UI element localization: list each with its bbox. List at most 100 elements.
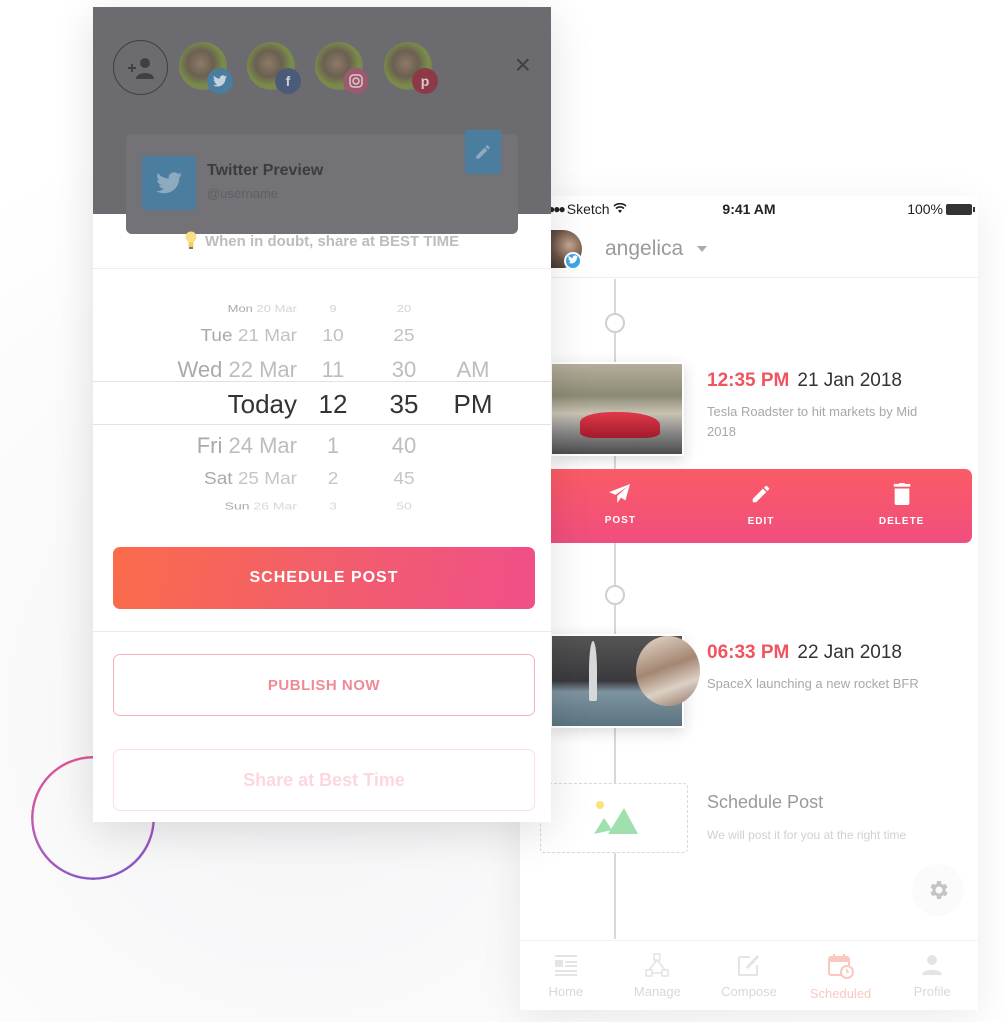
add-account-button[interactable]: [113, 40, 168, 95]
preview-handle: @username: [207, 186, 279, 201]
edit-label: EDIT: [747, 516, 775, 527]
account-facebook[interactable]: f: [247, 42, 301, 94]
edit-preview-button[interactable]: [465, 130, 501, 174]
scheduled-posts-phone: ●●● Sketch 9:41 AM 100% angelica 12:35 P…: [520, 196, 978, 1010]
tab-label: Manage: [633, 984, 681, 999]
picker-weekday: Mon: [227, 302, 253, 314]
post-thumbnail: [550, 634, 700, 728]
picker-date: 24 Mar: [228, 433, 297, 458]
picker-row[interactable]: Fri 24 Mar 1 40: [93, 433, 551, 463]
picker-row[interactable]: Wed 22 Mar 11 30 AM: [93, 357, 551, 387]
twitter-icon: [564, 252, 582, 270]
settings-button[interactable]: [912, 864, 964, 916]
paper-plane-icon: [609, 484, 631, 504]
picker-day: Today: [228, 389, 297, 420]
compose-icon: [737, 954, 760, 976]
tab-label: Compose: [721, 984, 777, 999]
picker-minute: 40: [391, 433, 417, 458]
network-icon: [645, 953, 670, 977]
publish-now-button[interactable]: PUBLISH NOW: [113, 654, 535, 716]
picker-row-selected[interactable]: Today 12 35 PM: [93, 389, 551, 419]
account-name[interactable]: angelica: [605, 237, 683, 261]
timeline-node: [605, 585, 625, 605]
picker-row[interactable]: Mon 20 Mar 9 20: [93, 303, 551, 326]
best-time-tip: When in doubt, share at BEST TIME: [93, 214, 551, 269]
picker-minute: 25: [393, 326, 415, 346]
picker-minute: 30: [391, 357, 417, 382]
picker-ampm: PM: [453, 389, 493, 419]
picker-weekday: Tue: [200, 326, 233, 346]
post-time-value: 12:35 PM: [707, 370, 790, 391]
tab-home[interactable]: Home: [526, 941, 606, 1010]
picker-day: Tue 21 Mar: [201, 327, 297, 347]
edit-button[interactable]: EDIT: [721, 483, 801, 529]
picker-date: 26 Mar: [253, 499, 297, 512]
post-thumbnail: [550, 362, 684, 456]
add-image-placeholder[interactable]: [540, 783, 688, 853]
profile-bar[interactable]: angelica: [520, 226, 978, 278]
account-instagram[interactable]: [315, 42, 369, 94]
rocket-image: [589, 641, 597, 701]
picker-weekday: Wed: [177, 357, 223, 382]
person-icon: [922, 955, 943, 975]
twitter-icon: [142, 156, 196, 210]
picker-day: Fri 24 Mar: [197, 433, 297, 459]
picker-hour: 3: [329, 499, 337, 512]
pinterest-icon: p: [412, 68, 438, 94]
tab-manage[interactable]: Manage: [617, 941, 697, 1010]
delete-button[interactable]: DELETE: [862, 483, 942, 529]
instagram-icon: [343, 68, 369, 94]
tab-profile[interactable]: Profile: [892, 941, 972, 1010]
pencil-icon: [752, 485, 770, 503]
picker-row[interactable]: Tue 21 Mar 10 25: [93, 327, 551, 354]
picker-date: 25 Mar: [237, 469, 297, 489]
post-time-value: 06:33 PM: [707, 642, 790, 663]
picker-minute: 50: [396, 499, 412, 512]
picker-hour: 2: [327, 469, 339, 489]
trash-icon: [893, 483, 910, 505]
post-time: 06:33 PM 22 Jan 2018: [707, 642, 902, 664]
tab-label: Profile: [913, 984, 951, 999]
picker-weekday: Sun: [224, 499, 250, 512]
person-add-icon: [127, 57, 154, 79]
picker-weekday: Sat: [204, 469, 233, 489]
post-button[interactable]: POST: [580, 484, 660, 528]
status-bar: ●●● Sketch 9:41 AM 100%: [520, 196, 978, 222]
schedule-post-subtitle: We will post it for you at the right tim…: [707, 828, 907, 842]
account-pinterest[interactable]: p: [384, 42, 438, 94]
picker-day: Wed 22 Mar: [178, 357, 297, 383]
post-date: 21 Jan 2018: [797, 370, 902, 391]
lightbulb-icon: [185, 231, 201, 250]
divider: [93, 631, 551, 632]
picker-minute: 35: [389, 389, 419, 419]
dimmed-compose-area: f p × Twitter Preview @username: [93, 7, 551, 234]
tab-label: Scheduled: [809, 986, 872, 1001]
picker-row[interactable]: Sat 25 Mar 2 45: [93, 470, 551, 497]
twitter-icon: [207, 68, 233, 94]
tab-scheduled[interactable]: Scheduled: [801, 941, 881, 1010]
schedule-post-title: Schedule Post: [707, 792, 824, 812]
date-time-picker[interactable]: Mon 20 Mar 9 20 Tue 21 Mar 10 25 Wed 22 Mar 11 3…: [93, 269, 551, 529]
schedule-modal: f p × Twitter Preview @username When in …: [93, 7, 551, 822]
picker-ampm: AM: [456, 357, 490, 382]
delete-label: DELETE: [878, 516, 925, 527]
picker-row[interactable]: Sun 26 Mar 3 50: [93, 500, 551, 523]
car-image: [580, 412, 660, 438]
pencil-icon: [476, 145, 490, 159]
account-twitter[interactable]: [179, 42, 233, 94]
post-date: 22 Jan 2018: [797, 642, 902, 663]
image-icon: [594, 801, 638, 834]
chevron-down-icon[interactable]: [697, 246, 707, 252]
close-button[interactable]: ×: [515, 51, 531, 79]
picker-date: 20 Mar: [256, 302, 297, 314]
post-description: SpaceX launching a new rocket BFR: [707, 676, 919, 691]
schedule-post-button[interactable]: SCHEDULE POST: [113, 547, 535, 609]
planet-image: [636, 636, 700, 706]
tab-compose[interactable]: Compose: [709, 941, 789, 1010]
picker-hour: 1: [326, 433, 340, 458]
picker-hour: 10: [322, 326, 344, 346]
picker-date: 22 Mar: [228, 357, 297, 382]
picker-weekday: Fri: [196, 433, 223, 458]
share-best-time-button[interactable]: Share at Best Time: [113, 749, 535, 811]
gear-icon: [930, 881, 948, 899]
